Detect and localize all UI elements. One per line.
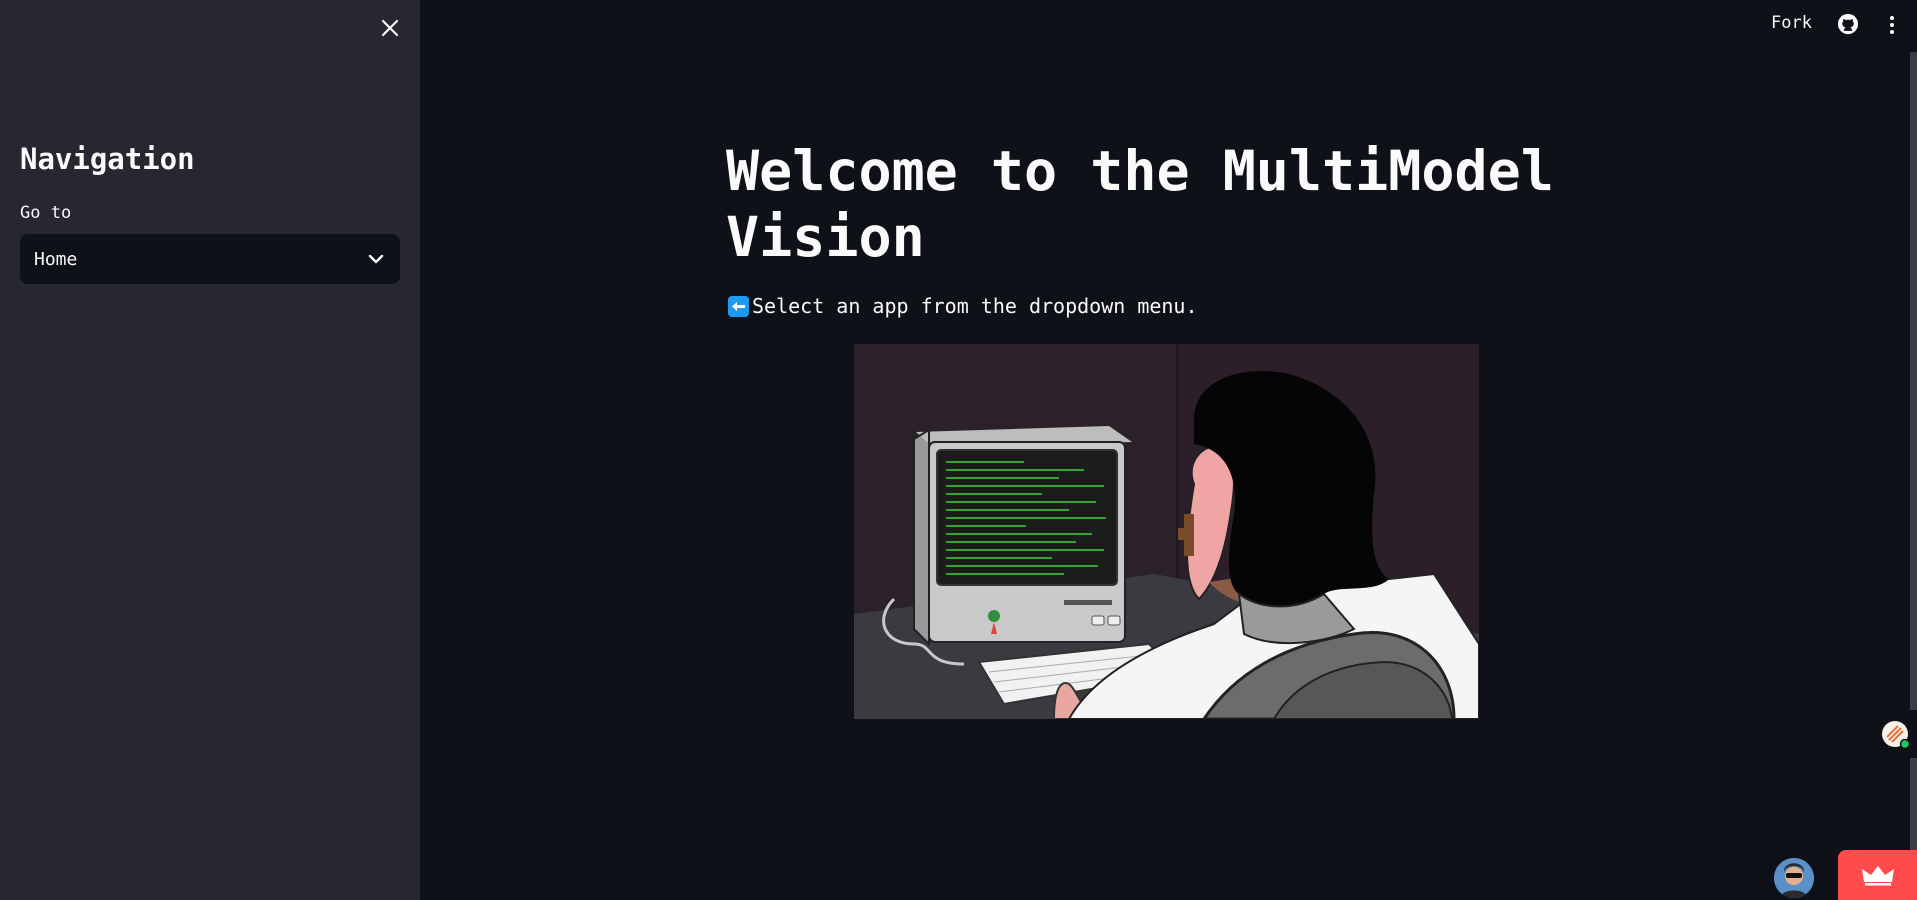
scrollbar-thumb[interactable] [1910, 52, 1917, 900]
select-label: Go to [20, 203, 72, 223]
close-icon [381, 19, 399, 37]
hero-illustration [854, 344, 1479, 719]
intro-line: Select an app from the dropdown menu. [728, 294, 1198, 318]
select-value: Home [34, 248, 78, 270]
left-arrow-icon [728, 295, 749, 317]
fork-button[interactable]: Fork [1771, 13, 1812, 33]
app-select[interactable]: Home [20, 234, 400, 284]
scrollbar[interactable] [1910, 0, 1917, 900]
intro-text: Select an app from the dropdown menu. [752, 294, 1198, 318]
vertical-dots-icon[interactable] [1885, 14, 1899, 36]
sidebar: Navigation Go to Home [0, 0, 420, 900]
support-chat-button[interactable] [1872, 710, 1917, 758]
github-icon[interactable] [1837, 13, 1859, 35]
crown-icon [1861, 866, 1894, 886]
crown-badge-button[interactable] [1838, 850, 1917, 900]
chat-avatar-icon [1882, 721, 1910, 749]
chevron-down-icon [368, 254, 384, 264]
avatar[interactable] [1774, 858, 1814, 898]
sidebar-title: Navigation [20, 142, 195, 176]
close-sidebar-button[interactable] [376, 14, 404, 42]
page-title: Welcome to the MultiModel Vision [726, 139, 1554, 269]
